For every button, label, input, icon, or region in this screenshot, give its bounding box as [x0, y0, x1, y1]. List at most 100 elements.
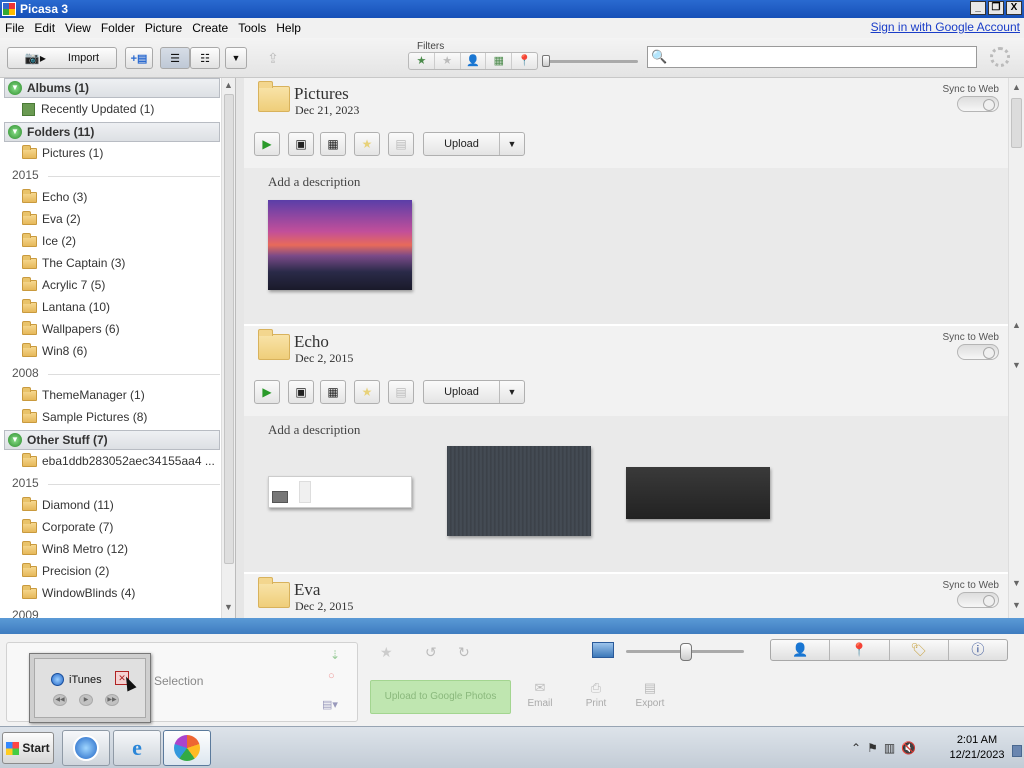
add-description-field[interactable]: Add a description [268, 422, 360, 438]
folder-title[interactable]: Eva [294, 580, 320, 600]
upload-button[interactable]: Upload ▼ [423, 132, 525, 156]
taskbar-picasa[interactable] [163, 730, 211, 766]
places-icon[interactable]: 📍 [830, 640, 890, 660]
save-button[interactable]: ▤ [388, 132, 414, 156]
star-button[interactable]: ★ [354, 380, 380, 404]
upload-button[interactable]: Upload ▼ [423, 380, 525, 404]
folder-item-eva[interactable]: Eva (2) [22, 210, 81, 226]
menu-file[interactable]: File [0, 21, 29, 35]
menu-view[interactable]: View [60, 21, 96, 35]
tags-icon[interactable]: 🏷 [890, 640, 949, 660]
folder-item-windowblinds[interactable]: WindowBlinds (4) [22, 584, 135, 600]
share-button[interactable]: ⇪ [258, 47, 288, 69]
info-icon[interactable]: ⓘ [949, 640, 1007, 660]
collage-button[interactable]: ▣ [288, 380, 314, 404]
scroll-down-icon[interactable]: ▼ [1012, 600, 1021, 610]
sign-in-link[interactable]: Sign in with Google Account [871, 20, 1020, 34]
action-center-flag-icon[interactable]: ⚑ [867, 741, 878, 755]
folder-item-precision[interactable]: Precision (2) [22, 562, 109, 578]
folder-item-corporate[interactable]: Corporate (7) [22, 518, 113, 534]
tray-divider[interactable] [0, 618, 1024, 634]
scroll-up-icon[interactable]: ▲ [1012, 82, 1021, 92]
photo-thumbnail[interactable] [268, 476, 412, 508]
album-item-recently-updated[interactable]: Recently Updated (1) [22, 102, 154, 116]
photo-thumbnail[interactable] [447, 446, 591, 536]
scroll-up-icon[interactable]: ▲ [1012, 320, 1021, 330]
minimize-button[interactable]: _ [970, 1, 986, 15]
movie-button[interactable]: ▦ [320, 380, 346, 404]
menu-help[interactable]: Help [271, 21, 306, 35]
folder-title[interactable]: Pictures [294, 84, 349, 104]
photo-thumbnail[interactable] [626, 467, 770, 519]
sync-to-web-toggle[interactable] [957, 96, 999, 112]
folder-item-acrylic-7[interactable]: Acrylic 7 (5) [22, 276, 105, 292]
rotate-right-icon[interactable]: ↻ [458, 644, 470, 661]
menu-tools[interactable]: Tools [233, 21, 271, 35]
star-button[interactable]: ★ [354, 132, 380, 156]
filter-slider-handle[interactable] [542, 55, 550, 67]
taskbar-itunes[interactable] [62, 730, 110, 766]
upload-filter-icon[interactable]: ★ [435, 53, 461, 69]
folder-date[interactable]: Dec 2, 2015 [295, 351, 353, 366]
scrollbar-thumb[interactable] [224, 94, 234, 564]
menu-edit[interactable]: Edit [29, 21, 60, 35]
hold-icon[interactable]: ⇣ [330, 648, 340, 662]
scroll-down-icon[interactable]: ▼ [1012, 360, 1021, 370]
chevron-down-icon[interactable]: ▼ [500, 139, 524, 149]
folder-date[interactable]: Dec 2, 2015 [295, 599, 353, 614]
sync-to-web-toggle[interactable] [957, 344, 999, 360]
folder-item-diamond[interactable]: Diamond (11) [22, 496, 114, 512]
add-description-field[interactable]: Add a description [268, 174, 360, 190]
folder-item-win8[interactable]: Win8 (6) [22, 342, 87, 358]
folder-item-ice[interactable]: Ice (2) [22, 232, 76, 248]
people-icon[interactable]: 👤 [771, 640, 831, 660]
folder-item-pictures[interactable]: Pictures (1) [22, 144, 103, 160]
collapse-toggle-icon[interactable]: ▼ [8, 81, 22, 95]
email-button[interactable]: ✉ Email [520, 680, 560, 709]
scroll-down-icon[interactable]: ▼ [224, 602, 233, 612]
folder-item-echo[interactable]: Echo (3) [22, 188, 87, 204]
system-clock[interactable]: 2:01 AM 12/21/2023 [944, 733, 1010, 763]
import-button[interactable]: 📷▸ Import [7, 47, 117, 69]
scrollbar-thumb[interactable] [1011, 98, 1022, 148]
flat-view-button[interactable]: ☰ [160, 47, 190, 69]
collapse-toggle-icon[interactable]: ▼ [8, 433, 22, 447]
search-input[interactable] [670, 47, 970, 67]
clear-icon[interactable]: ○ [328, 670, 335, 682]
folder-item-sample-pictures[interactable]: Sample Pictures (8) [22, 408, 147, 424]
next-track-icon[interactable]: ▶▶ [105, 694, 119, 706]
new-album-button[interactable]: +▤ [125, 47, 153, 69]
view-options-dropdown[interactable]: ▼ [225, 47, 247, 69]
menu-folder[interactable]: Folder [96, 21, 140, 35]
rotate-left-icon[interactable]: ↺ [425, 644, 437, 661]
volume-muted-icon[interactable]: 🔇 [901, 741, 916, 755]
album-add-icon[interactable]: ▤▾ [322, 698, 338, 711]
folder-item-wallpapers[interactable]: Wallpapers (6) [22, 320, 120, 336]
folder-item-thememanager[interactable]: ThemeManager (1) [22, 386, 145, 402]
export-button[interactable]: ▤ Export [630, 680, 670, 709]
upload-to-google-photos-button[interactable]: Upload to Google Photos [370, 680, 511, 714]
library-scrollbar[interactable]: ▲ ▼ [221, 78, 235, 618]
scroll-up-icon[interactable]: ▲ [224, 80, 233, 90]
star-icon[interactable]: ★ [380, 644, 393, 661]
tree-view-button[interactable]: ☷ [190, 47, 220, 69]
show-hidden-icons-icon[interactable]: ⌃ [851, 741, 861, 755]
star-filter-icon[interactable]: ★ [409, 53, 435, 69]
sync-to-web-toggle[interactable] [957, 592, 999, 608]
library-view-scrollbar[interactable]: ▲ ▼ ▲ ▼ ▼ [1008, 78, 1024, 618]
scroll-down-icon[interactable]: ▼ [1012, 578, 1021, 588]
folder-item-lantana[interactable]: Lantana (10) [22, 298, 110, 314]
other-stuff-section-header[interactable]: ▼ Other Stuff (7) [4, 430, 220, 450]
play-slideshow-button[interactable]: ▶ [254, 380, 280, 404]
close-button[interactable]: X [1006, 1, 1022, 15]
save-button[interactable]: ▤ [388, 380, 414, 404]
menu-create[interactable]: Create [187, 21, 233, 35]
folder-item-hash[interactable]: eba1ddb283052aec34155aa4 ... [22, 452, 215, 468]
start-button[interactable]: Start [2, 732, 54, 764]
play-icon[interactable]: ▶ [79, 694, 93, 706]
geotag-filter-icon[interactable]: 📍 [512, 53, 537, 69]
folder-date[interactable]: Dec 21, 2023 [295, 103, 359, 118]
folder-item-the-captain[interactable]: The Captain (3) [22, 254, 125, 270]
collapse-toggle-icon[interactable]: ▼ [8, 125, 22, 139]
previous-track-icon[interactable]: ◀◀ [53, 694, 67, 706]
